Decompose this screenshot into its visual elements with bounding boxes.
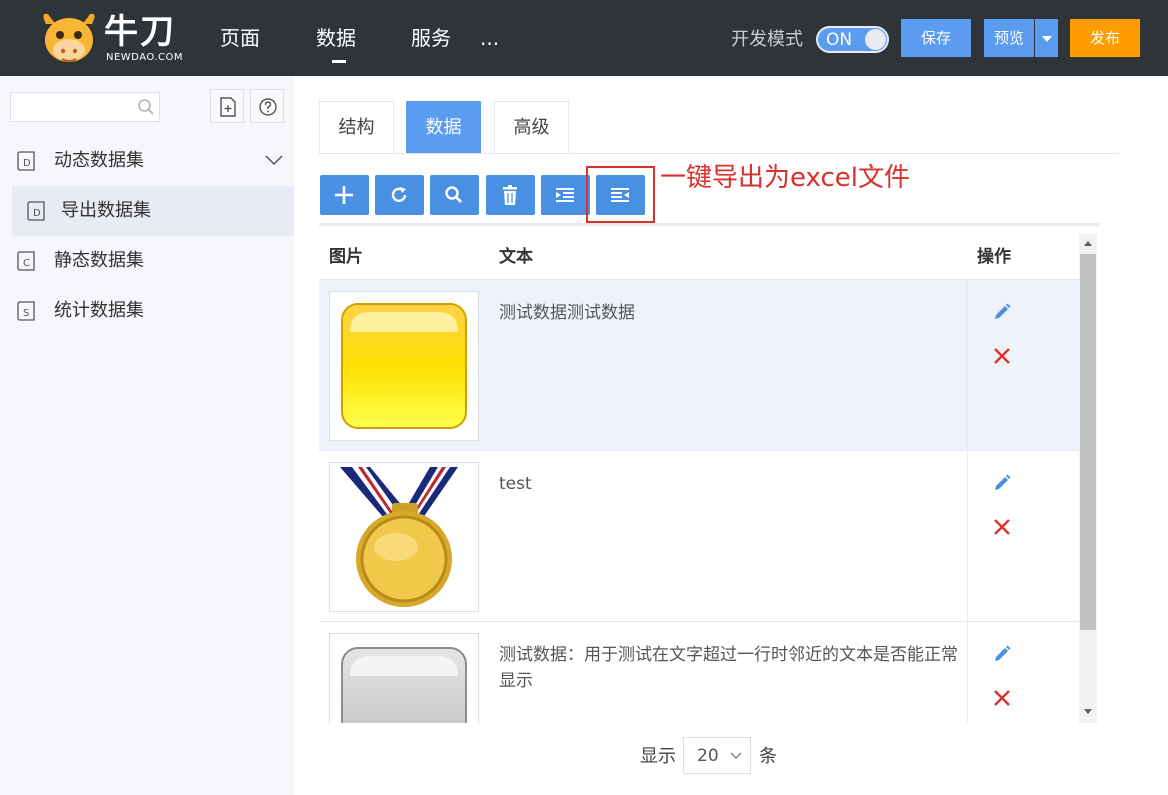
page-size-value: 20 (697, 746, 719, 766)
nav-data[interactable]: 数据 (316, 24, 356, 52)
add-button[interactable] (320, 175, 369, 215)
data-table: 图片 文本 操作 测试数据测试数据 test 测试数据：用于测试在文字超过一行时… (319, 234, 1097, 723)
column-separator (967, 622, 968, 723)
scrollbar-thumb[interactable] (1080, 254, 1096, 630)
row-text: 测试数据：用于测试在文字超过一行时邻近的文本是否能正常显示 (499, 645, 958, 691)
chevron-down-icon (730, 752, 742, 760)
table-scrollbar[interactable] (1079, 234, 1097, 723)
row-text: test (499, 474, 532, 494)
tab-data[interactable]: 数据 (406, 101, 481, 153)
svg-text:D: D (33, 208, 41, 219)
table-row[interactable]: 测试数据测试数据 (319, 280, 1079, 451)
logo-text: 牛刀 (104, 12, 176, 52)
page-size-select[interactable]: 20 (683, 737, 751, 774)
bull-mascot-icon (43, 13, 95, 62)
dev-mode-label: 开发模式 (731, 29, 803, 50)
close-icon[interactable] (992, 346, 1012, 366)
toggle-label: ON (826, 30, 853, 50)
sidebar-item-label: 静态数据集 (54, 250, 144, 271)
add-icon (335, 186, 353, 204)
column-separator (967, 280, 968, 451)
dataset-d-icon: D (27, 201, 45, 221)
help-button[interactable] (250, 89, 284, 123)
scroll-up-arrow-icon[interactable] (1079, 238, 1097, 250)
search-button[interactable] (430, 175, 479, 215)
dev-mode-toggle[interactable]: ON (816, 26, 889, 53)
toggle-knob (865, 29, 886, 50)
import-button[interactable] (541, 175, 590, 215)
pencil-icon[interactable] (992, 473, 1012, 493)
pencil-icon[interactable] (992, 644, 1012, 664)
table-row[interactable]: 测试数据：用于测试在文字超过一行时邻近的文本是否能正常显示 (319, 622, 1079, 723)
column-header-text: 文本 (499, 247, 533, 267)
sidebar: D 动态数据集 D 导出数据集 C 静态数据集 S 统计数据集 (0, 76, 294, 795)
add-dataset-button[interactable] (210, 89, 244, 123)
sidebar-item-label: 导出数据集 (61, 200, 151, 221)
top-bar: 牛刀 NEWDAO.COM 页面 数据 服务 ... 开发模式 ON 保存 预览… (0, 0, 1168, 76)
help-icon (259, 98, 277, 116)
close-icon[interactable] (992, 517, 1012, 537)
sidebar-item-static-dataset[interactable]: C 静态数据集 (0, 236, 294, 286)
table-header: 图片 文本 操作 (319, 234, 1079, 280)
tab-structure[interactable]: 结构 (319, 101, 394, 153)
svg-text:D: D (23, 158, 31, 169)
svg-text:C: C (23, 258, 30, 269)
caret-down-icon (1041, 35, 1052, 42)
search-icon (445, 186, 462, 203)
column-header-actions: 操作 (977, 247, 1011, 267)
dataset-s-icon: S (17, 301, 35, 321)
save-button[interactable]: 保存 (901, 19, 971, 57)
logo-subtext: NEWDAO.COM (106, 52, 184, 63)
gray-square-image (329, 633, 479, 723)
trash-icon (503, 185, 517, 205)
nav-services[interactable]: 服务 (411, 24, 451, 52)
sidebar-item-stat-dataset[interactable]: S 统计数据集 (0, 286, 294, 336)
refresh-icon (391, 187, 407, 203)
table-row[interactable]: test (319, 451, 1079, 622)
nav-active-indicator (332, 60, 346, 63)
pencil-icon[interactable] (992, 302, 1012, 322)
nav-more[interactable]: ... (480, 24, 499, 52)
preview-button[interactable]: 预览 (984, 19, 1034, 57)
import-icon (556, 188, 574, 202)
dataset-c-icon: C (17, 251, 35, 271)
sidebar-item-label: 统计数据集 (54, 300, 144, 321)
search-icon[interactable] (137, 98, 155, 116)
sidebar-search-input[interactable] (11, 93, 135, 121)
delete-button[interactable] (486, 175, 535, 215)
close-icon[interactable] (992, 688, 1012, 708)
dataset-d-icon: D (17, 151, 35, 171)
svg-text:S: S (23, 308, 29, 319)
toolbar-divider (319, 223, 1099, 226)
chevron-down-icon[interactable] (264, 154, 284, 166)
logo[interactable]: 牛刀 NEWDAO.COM (40, 8, 190, 68)
publish-button[interactable]: 发布 (1070, 19, 1140, 57)
new-file-icon (220, 97, 236, 117)
sidebar-search (10, 92, 160, 122)
column-separator (967, 451, 968, 622)
preview-dropdown-button[interactable] (1035, 19, 1058, 57)
nav-pages[interactable]: 页面 (220, 24, 260, 52)
refresh-button[interactable] (375, 175, 424, 215)
sidebar-item-export-dataset[interactable]: D 导出数据集 (12, 186, 294, 236)
scroll-down-arrow-icon[interactable] (1079, 705, 1097, 717)
tabs-divider (319, 153, 1119, 154)
tab-advanced[interactable]: 高级 (494, 101, 569, 153)
pager-prefix: 显示 (640, 746, 676, 767)
row-text: 测试数据测试数据 (499, 303, 635, 323)
export-annotation: 一键导出为excel文件 (660, 163, 910, 193)
sidebar-item-dynamic-dataset[interactable]: D 动态数据集 (0, 136, 294, 186)
yellow-square-image (329, 291, 479, 441)
pager-suffix: 条 (759, 746, 777, 767)
sidebar-item-label: 动态数据集 (54, 150, 144, 171)
column-header-image: 图片 (329, 247, 363, 267)
export-highlight-box (586, 166, 655, 223)
gold-medal-image (329, 462, 479, 612)
